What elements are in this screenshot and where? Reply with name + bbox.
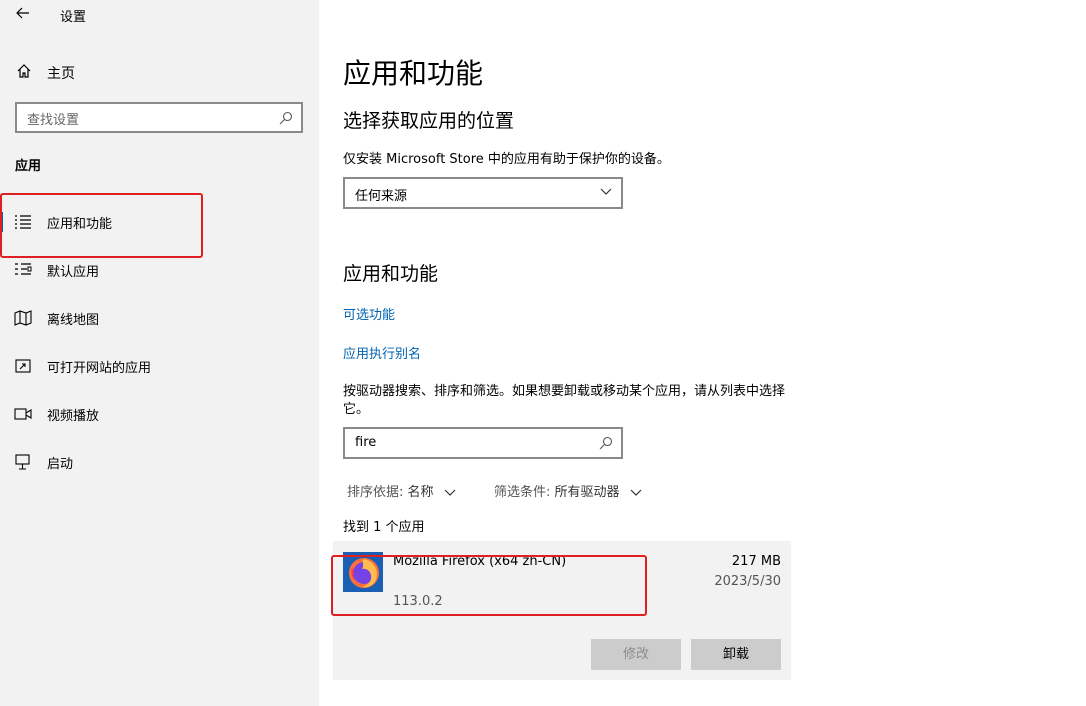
sort-key-label: 排序依据:	[347, 485, 404, 500]
map-icon	[14, 310, 32, 326]
sort-by-dropdown[interactable]: 排序依据: 名称	[347, 481, 456, 500]
video-icon	[14, 408, 32, 420]
filter-value: 所有驱动器	[554, 485, 620, 500]
web-apps-icon	[15, 359, 31, 373]
chevron-down-icon	[600, 188, 612, 195]
sidebar-item-offline-maps[interactable]: 离线地图	[0, 298, 319, 338]
title-bar: 设置	[0, 0, 319, 30]
sidebar-item-label: 离线地图	[47, 313, 100, 328]
home-icon	[17, 64, 31, 78]
app-list-item[interactable]: Mozilla Firefox (x64 zh-CN) 113.0.2 217 …	[333, 541, 791, 680]
nav-home-label: 主页	[47, 66, 75, 82]
sidebar: 设置 主页 查找设置 应用 应用和功能 默认应用 离线地图 可打开网站的应用 视…	[0, 0, 319, 706]
sidebar-item-web-apps[interactable]: 可打开网站的应用	[0, 346, 319, 386]
back-arrow-icon	[16, 7, 29, 19]
sidebar-item-label: 启动	[47, 457, 74, 472]
app-install-date: 2023/5/30	[714, 574, 781, 589]
startup-icon	[15, 454, 30, 470]
sidebar-item-startup[interactable]: 启动	[0, 442, 319, 482]
settings-search-input[interactable]: 查找设置	[15, 102, 303, 133]
source-section-heading: 选择获取应用的位置	[343, 110, 515, 132]
app-execution-aliases-link[interactable]: 应用执行别名	[343, 343, 421, 362]
sidebar-item-label: 视频播放	[47, 409, 100, 424]
nav-home[interactable]: 主页	[0, 55, 319, 89]
app-version: 113.0.2	[393, 594, 443, 609]
apps-list-icon	[15, 215, 31, 229]
source-description: 仅安装 Microsoft Store 中的应用有助于保护你的设备。	[343, 152, 670, 167]
app-search-input[interactable]: fire	[343, 427, 623, 459]
apps-section-heading: 应用和功能	[343, 263, 439, 285]
apps-search-description: 按驱动器搜索、排序和筛选。如果想要卸载或移动某个应用，请从列表中选择它。	[343, 384, 786, 417]
main-content: 应用和功能 选择获取应用的位置 仅安装 Microsoft Store 中的应用…	[319, 0, 1086, 706]
app-search-value: fire	[355, 435, 377, 450]
uninstall-button[interactable]: 卸载	[691, 639, 781, 670]
back-button[interactable]	[8, 2, 38, 26]
filter-drive-dropdown[interactable]: 筛选条件: 所有驱动器	[494, 481, 642, 500]
sidebar-item-label: 可打开网站的应用	[47, 361, 152, 376]
sidebar-item-label: 默认应用	[47, 265, 100, 280]
modify-button[interactable]: 修改	[591, 639, 681, 670]
sidebar-item-default-apps[interactable]: 默认应用	[0, 250, 319, 290]
sidebar-section-heading: 应用	[15, 159, 42, 174]
firefox-icon	[343, 552, 383, 592]
search-icon	[279, 111, 293, 125]
app-source-dropdown[interactable]: 任何来源	[343, 177, 623, 209]
chevron-down-icon	[444, 489, 456, 496]
search-placeholder: 查找设置	[27, 113, 80, 128]
chevron-down-icon	[630, 489, 642, 496]
app-name: Mozilla Firefox (x64 zh-CN)	[393, 554, 567, 569]
sort-value: 名称	[407, 485, 434, 500]
window-title: 设置	[60, 10, 87, 25]
page-title: 应用和功能	[343, 57, 484, 90]
default-apps-icon	[15, 263, 32, 275]
found-count-text: 找到 1 个应用	[343, 520, 425, 535]
sidebar-item-apps-features[interactable]: 应用和功能	[0, 202, 319, 242]
sidebar-item-label: 应用和功能	[47, 217, 113, 232]
search-icon	[599, 436, 613, 450]
filter-key-label: 筛选条件:	[494, 485, 551, 500]
sidebar-item-video-playback[interactable]: 视频播放	[0, 394, 319, 434]
optional-features-link[interactable]: 可选功能	[343, 304, 395, 323]
settings-window: 设置 主页 查找设置 应用 应用和功能 默认应用 离线地图 可打开网站的应用 视…	[0, 0, 1086, 706]
dropdown-value: 任何来源	[355, 189, 408, 204]
app-size: 217 MB	[731, 554, 781, 569]
